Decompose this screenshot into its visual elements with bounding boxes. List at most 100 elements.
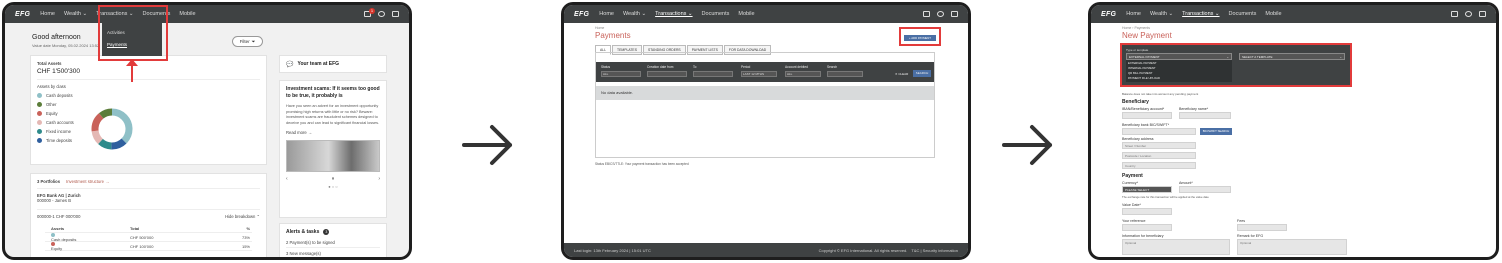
type-label: Type or template bbox=[1126, 48, 1149, 52]
type-select[interactable]: EXTERNAL PAYMENT ⌄ bbox=[1126, 53, 1232, 60]
carousel-dots: ● ○ ○ bbox=[328, 184, 338, 189]
template-select[interactable]: SELECT A TEMPLATE ⌄ bbox=[1239, 53, 1345, 60]
info-label: Information for beneficiary bbox=[1122, 234, 1164, 238]
portfolios-card: 3 Portfolios Investment structure → EFG … bbox=[30, 173, 267, 257]
news-image bbox=[286, 140, 380, 172]
row-percent: 73% bbox=[241, 234, 250, 240]
mail-icon[interactable] bbox=[923, 11, 930, 17]
bic-input[interactable] bbox=[1122, 128, 1196, 135]
street-input[interactable]: Street / Number bbox=[1122, 142, 1196, 149]
nav-wealth[interactable]: Wealth ⌄ bbox=[1150, 11, 1173, 17]
country-input[interactable]: Country bbox=[1122, 162, 1196, 169]
logout-icon[interactable] bbox=[392, 11, 399, 17]
top-nav: EFG Home Wealth ⌄ Transactions ⌄ Documen… bbox=[564, 5, 968, 23]
investment-structure-link[interactable]: Investment structure → bbox=[66, 179, 109, 184]
top-nav: EFG Home Wealth ⌄ Transactions ⌄ Documen… bbox=[5, 5, 409, 23]
scam-body: Have you seen an advert for an investmen… bbox=[286, 104, 380, 125]
legend-item: Time deposits bbox=[37, 136, 260, 145]
filter-button[interactable]: Filter ⏷ bbox=[232, 36, 263, 47]
row-total: CHF 500'000 bbox=[130, 234, 154, 240]
nav-wealth[interactable]: Wealth ⌄ bbox=[64, 11, 87, 17]
results-frame bbox=[595, 52, 935, 158]
nav-transactions[interactable]: Transactions ⌄ bbox=[655, 11, 692, 17]
read-more-link[interactable]: Read more → bbox=[286, 130, 380, 135]
gear-icon[interactable] bbox=[937, 11, 944, 17]
table-row: Equity CHF 100'000 15% bbox=[45, 241, 252, 251]
legend-label: Equity bbox=[46, 111, 58, 116]
nav-wealth[interactable]: Wealth ⌄ bbox=[623, 11, 646, 17]
alert-item[interactable]: 3 New message(s) bbox=[286, 251, 380, 256]
value-date-label: Value Date* bbox=[1122, 203, 1141, 207]
alerts-count: 3 bbox=[323, 229, 330, 235]
highlight-arrow bbox=[131, 65, 133, 82]
legend-label: Time deposits bbox=[46, 138, 72, 143]
gear-icon[interactable] bbox=[378, 11, 385, 17]
portfolio-id: 000000-1 CHF 000'000 bbox=[37, 214, 81, 219]
nav-documents[interactable]: Documents bbox=[702, 11, 730, 17]
hide-breakdown-button[interactable]: Hide breakdown ⌃ bbox=[225, 214, 260, 219]
total-assets-label: Total Assets bbox=[37, 61, 62, 66]
bank-label: Beneficiary bank BIC/SWIFT* bbox=[1122, 123, 1170, 127]
alerts-title: Alerts & tasks bbox=[286, 229, 320, 235]
legend-item: Other bbox=[37, 100, 260, 109]
type-option[interactable]: PAYMENT FILE UPLOAD bbox=[1128, 76, 1230, 81]
nav-home[interactable]: Home bbox=[40, 11, 55, 17]
nav-transactions[interactable]: Transactions ⌄ bbox=[1182, 11, 1219, 17]
legend-label: Other bbox=[46, 102, 57, 107]
legend-label: Fixed income bbox=[46, 129, 71, 134]
legend-item: Equity bbox=[37, 109, 260, 118]
logout-icon[interactable] bbox=[1479, 11, 1486, 17]
pause-icon[interactable]: ⏸ bbox=[332, 176, 335, 182]
type-value: EXTERNAL PAYMENT bbox=[1129, 55, 1160, 59]
funnel-icon: ⏷ bbox=[251, 39, 256, 44]
device-dashboard: EFG Home Wealth ⌄ Transactions ⌄ Documen… bbox=[2, 2, 412, 260]
nav-mobile[interactable]: Mobile bbox=[738, 11, 754, 17]
portfolios-label: 3 Portfolios bbox=[37, 179, 61, 184]
info-textarea[interactable]: Optional bbox=[1122, 239, 1230, 255]
legend-label: Cash deposits bbox=[46, 93, 73, 98]
breadcrumb[interactable]: Home bbox=[595, 26, 604, 30]
footer-links[interactable]: T&C | Security information bbox=[911, 248, 958, 253]
iban-input[interactable] bbox=[1122, 112, 1172, 119]
gear-icon[interactable] bbox=[1465, 11, 1472, 17]
value-date-input[interactable] bbox=[1122, 208, 1172, 215]
nav-home[interactable]: Home bbox=[599, 11, 614, 17]
beneficiary-name-input[interactable] bbox=[1179, 112, 1231, 119]
team-icon: 💬 bbox=[286, 61, 294, 68]
remark-label: Remark for EFG bbox=[1237, 234, 1264, 238]
efg-logo: EFG bbox=[15, 10, 31, 18]
row-total: CHF 100'000 bbox=[130, 243, 154, 249]
your-reference-label: Your reference bbox=[1122, 219, 1146, 223]
legend-dot bbox=[37, 93, 42, 98]
currency-select[interactable]: PLEASE SELECT bbox=[1122, 186, 1172, 193]
fees-select[interactable] bbox=[1237, 224, 1287, 231]
page-title: New Payment bbox=[1122, 31, 1172, 40]
remark-textarea[interactable]: Optional bbox=[1237, 239, 1347, 255]
step-arrow-icon bbox=[1002, 125, 1052, 165]
nav-mobile[interactable]: Mobile bbox=[1265, 11, 1281, 17]
prev-icon[interactable]: ‹ bbox=[286, 176, 288, 182]
your-reference-input[interactable] bbox=[1122, 224, 1172, 231]
postcode-input[interactable]: Postcode / Location bbox=[1122, 152, 1196, 159]
asset-donut bbox=[91, 108, 133, 150]
nav-mobile[interactable]: Mobile bbox=[179, 11, 195, 17]
status-note: Status EBICS/TTLE: Your payment transact… bbox=[595, 162, 689, 166]
mail-icon[interactable] bbox=[1451, 11, 1458, 17]
highlight-box bbox=[98, 5, 168, 61]
row-percent: 15% bbox=[241, 243, 250, 249]
total-assets-card: Total Assets CHF 1'500'300 Assets by cla… bbox=[30, 55, 267, 165]
mail-icon[interactable]: 1 bbox=[364, 8, 375, 17]
footer: Last login: 13th February 2024 | 15:01 U… bbox=[564, 243, 968, 257]
account-line: 000000 - James B bbox=[37, 198, 71, 203]
team-card[interactable]: 💬 Your team at EFG bbox=[279, 55, 387, 73]
alert-item[interactable]: 2 Payment(s) to be signed bbox=[286, 240, 380, 248]
breadcrumb[interactable]: Home › Payments bbox=[1122, 26, 1150, 30]
nav-home[interactable]: Home bbox=[1126, 11, 1141, 17]
logout-icon[interactable] bbox=[951, 11, 958, 17]
amount-input[interactable] bbox=[1179, 186, 1231, 193]
legend-item: Cash accounts bbox=[37, 118, 260, 127]
bic-search-button[interactable]: BIC/SWIFT SEARCH bbox=[1200, 128, 1232, 135]
next-icon[interactable]: › bbox=[378, 176, 380, 182]
copyright: Copyright © EFG International. All right… bbox=[818, 247, 908, 253]
nav-documents[interactable]: Documents bbox=[1229, 11, 1257, 17]
